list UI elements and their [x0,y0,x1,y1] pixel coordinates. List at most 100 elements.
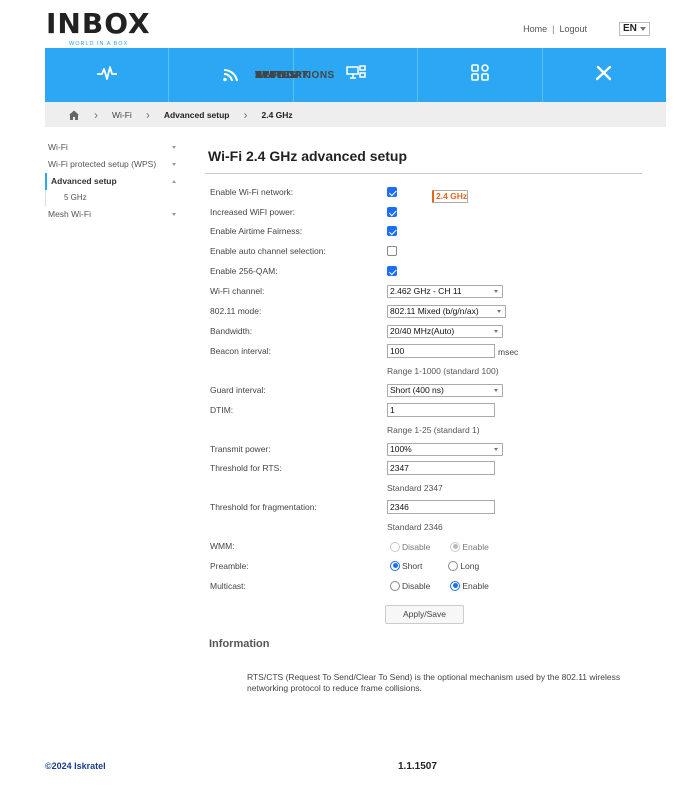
top-links: Home | Logout [523,24,587,34]
nav-system[interactable]: SYSTEM [255,48,666,102]
wmm-enable-radio[interactable] [450,541,461,552]
bandwidth-label: Bandwidth: [210,326,253,336]
sidebar-item-wps[interactable]: Wi-Fi protected setup (WPS) [45,156,181,173]
mode-label: 802.11 mode: [210,306,262,316]
logo-wordmark: INBOX [46,7,151,40]
tx-power-select-value: 100% [390,444,412,454]
caret-down-icon [172,146,176,149]
tx-power-label: Transmit power: [210,444,271,454]
apply-save-button[interactable]: Apply/Save [385,605,464,624]
guard-select[interactable]: Short (400 ns) [387,384,503,397]
page-title: Wi-Fi 2.4 GHz advanced setup [208,148,408,164]
breadcrumb-item-advanced[interactable]: Advanced setup [164,110,230,120]
network-icon [345,64,366,79]
mode-select-value: 802.11 Mixed (b/g/n/ax) [390,306,479,316]
caret-down-icon [172,213,176,216]
sidebar-subitem-5ghz[interactable]: 5 GHz [45,190,181,206]
caret-down-icon [172,163,176,166]
footer-version: 1.1.1507 [398,761,437,772]
sidebar-item-advanced-setup[interactable]: Advanced setup [45,173,181,190]
wmm-disable-label: Disable [402,541,431,552]
beacon-input[interactable]: 100 [387,344,495,358]
auto-channel-checkbox[interactable] [387,246,397,256]
breadcrumb-item-current: 2.4 GHz [261,109,293,120]
logo[interactable]: INBOX WORLD IN A BOX [46,10,150,48]
auto-channel-label: Enable auto channel selection: [210,246,326,256]
sidebar-item-wifi[interactable]: Wi-Fi [45,139,181,156]
enable-wifi-label: Enable Wi-Fi network: [210,187,294,197]
multicast-disable-label: Disable [402,580,431,591]
footer-copyright[interactable]: ©2024 Iskratel [45,761,106,771]
chevron-down-icon [640,27,646,31]
information-heading: Information [209,638,270,650]
link-separator: | [552,24,555,34]
channel-select[interactable]: 2.462 GHz - CH 11 [387,285,503,298]
mode-select[interactable]: 802.11 Mixed (b/g/n/ax) [387,305,506,318]
beacon-hint: Range 1-1000 (standard 100) [387,366,499,376]
tools-icon [596,65,612,80]
increased-power-label: Increased WiFI power: [210,207,296,217]
frag-hint: Standard 2346 [387,522,443,532]
sidebar-item-mesh-wifi[interactable]: Mesh Wi-Fi [45,206,181,223]
nav-status[interactable]: STATUS [45,48,296,102]
language-value: EN [623,23,637,34]
channel-select-value: 2.462 GHz - CH 11 [390,286,462,296]
multicast-enable-radio[interactable] [450,580,461,591]
wmm-disable-radio[interactable] [390,541,400,552]
increased-power-checkbox[interactable] [387,207,397,217]
multicast-disable-radio[interactable] [390,580,400,591]
wmm-enable-label: Enable [462,541,489,552]
dtim-input[interactable]: 1 [387,403,495,417]
airtime-fairness-label: Enable Airtime Fairness: [210,226,303,236]
nav-system-label: SYSTEM [255,69,300,81]
airtime-fairness-checkbox[interactable] [387,226,397,236]
guard-select-value: Short (400 ns) [390,385,444,395]
channel-label: Wi-Fi channel: [210,286,265,296]
preamble-label: Preamble: [210,561,249,571]
enable-wifi-checkbox[interactable] [387,187,397,197]
home-icon[interactable] [68,109,80,121]
chevron-down-icon [497,310,501,313]
title-divider [205,173,642,174]
sidebar-item-label: Wi-Fi [48,142,68,152]
chevron-down-icon [494,448,498,451]
tx-power-select[interactable]: 100% [387,443,503,456]
bandwidth-select[interactable]: 20/40 MHz(Auto) [387,325,503,338]
preamble-short-label: Short [402,560,423,571]
dtim-hint: Range 1-25 (standard 1) [387,425,480,435]
home-link[interactable]: Home [523,24,547,34]
breadcrumb-item-wifi[interactable]: Wi-Fi [112,110,132,120]
dtim-label: DTIM: [210,405,234,415]
preamble-radio-group: Short Long [390,560,479,571]
sidebar: Wi-Fi Wi-Fi protected setup (WPS) Advanc… [45,139,469,223]
rts-input[interactable]: 2347 [387,461,495,475]
preamble-long-label: Long [460,560,480,571]
qam256-label: Enable 256-QAM: [210,266,278,276]
nav-applications[interactable]: APPLICATIONS [255,48,543,102]
wmm-radio-group: Disable Enable [390,541,489,552]
wifi-icon [223,68,239,81]
beacon-label: Beacon interval: [210,346,271,356]
multicast-enable-label: Enable [462,580,489,591]
sidebar-item-label: Advanced setup [51,176,117,186]
language-select[interactable]: EN [619,22,650,36]
chevron-down-icon [494,330,498,333]
preamble-short-radio[interactable] [390,560,400,571]
qam256-checkbox[interactable] [387,266,397,276]
caret-up-icon [172,180,176,183]
rts-label: Threshold for RTS: [210,463,282,473]
logout-link[interactable]: Logout [559,24,587,34]
chevron-right-icon: › [94,107,98,122]
sidebar-item-label: Mesh Wi-Fi [48,209,91,219]
chevron-down-icon [494,389,498,392]
logo-tagline: WORLD IN A BOX [69,41,129,47]
multicast-label: Multicast: [210,581,246,591]
multicast-radio-group: Disable Enable [390,580,489,591]
bandwidth-select-value: 20/40 MHz(Auto) [390,326,455,336]
sidebar-subitem-2-4ghz[interactable]: 2.4 GHz [432,190,469,203]
main-nav: STATUS WI-FI NETWORK APPLICATIONS SYSTEM [45,48,666,102]
chevron-down-icon [494,290,498,293]
breadcrumb: › Wi-Fi › Advanced setup › 2.4 GHz [45,102,666,127]
frag-input[interactable]: 2346 [387,500,495,514]
preamble-long-radio[interactable] [448,560,459,571]
